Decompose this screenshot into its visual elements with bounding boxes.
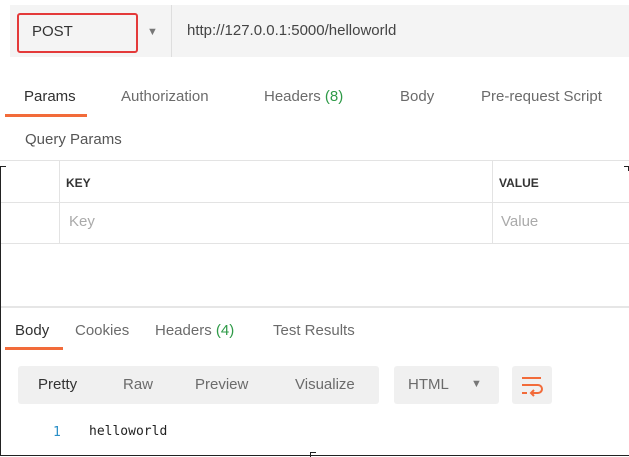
- view-preview-button[interactable]: Preview: [195, 376, 248, 393]
- response-tab-cookies[interactable]: Cookies: [75, 322, 129, 339]
- wrap-lines-icon: [522, 377, 543, 397]
- crop-mark: [0, 166, 6, 171]
- table-column-divider: [492, 160, 493, 244]
- table-border-bottom: [0, 243, 629, 244]
- tab-authorization[interactable]: Authorization: [121, 88, 209, 105]
- url-input[interactable]: http://127.0.0.1:5000/helloworld: [187, 22, 396, 39]
- param-value-input[interactable]: Value: [501, 213, 538, 230]
- pane-resizer[interactable]: [0, 306, 629, 308]
- params-table: [0, 160, 629, 244]
- table-column-divider: [59, 160, 60, 244]
- chevron-down-icon[interactable]: ▼: [471, 378, 482, 390]
- active-response-tab-indicator: [5, 347, 63, 350]
- tab-headers-count: (8): [324, 88, 344, 105]
- view-pretty-button[interactable]: Pretty: [38, 376, 77, 393]
- frame-left-edge: [0, 166, 1, 456]
- method-value: POST: [32, 23, 73, 40]
- response-tab-body[interactable]: Body: [15, 322, 49, 339]
- tab-headers-label: Headers: [264, 88, 321, 105]
- response-body-line: helloworld: [89, 424, 168, 439]
- wrap-lines-button[interactable]: [512, 366, 552, 404]
- response-tab-headers-label: Headers: [155, 322, 212, 339]
- query-params-title: Query Params: [25, 131, 122, 148]
- crop-mark: [310, 452, 316, 457]
- tab-pre-request-script[interactable]: Pre-request Script: [481, 88, 602, 105]
- line-number: 1: [53, 425, 61, 440]
- column-header-key: KEY: [66, 176, 91, 190]
- tab-headers[interactable]: Headers (8): [264, 88, 343, 105]
- crop-mark: [624, 166, 629, 171]
- column-header-value: VALUE: [499, 176, 539, 190]
- table-row-divider: [0, 202, 629, 203]
- request-bar-divider: [171, 5, 172, 57]
- table-border-top: [0, 160, 629, 161]
- param-key-input[interactable]: Key: [69, 213, 95, 230]
- response-tab-headers[interactable]: Headers (4): [155, 322, 234, 339]
- active-tab-indicator: [5, 114, 87, 117]
- view-raw-button[interactable]: Raw: [123, 376, 153, 393]
- tab-params[interactable]: Params: [24, 88, 76, 105]
- response-tab-test-results[interactable]: Test Results: [273, 322, 355, 339]
- tab-body[interactable]: Body: [400, 88, 434, 105]
- format-value: HTML: [408, 376, 449, 393]
- view-visualize-button[interactable]: Visualize: [295, 376, 355, 393]
- chevron-down-icon[interactable]: ▼: [147, 26, 158, 38]
- response-tab-headers-count: (4): [215, 322, 235, 339]
